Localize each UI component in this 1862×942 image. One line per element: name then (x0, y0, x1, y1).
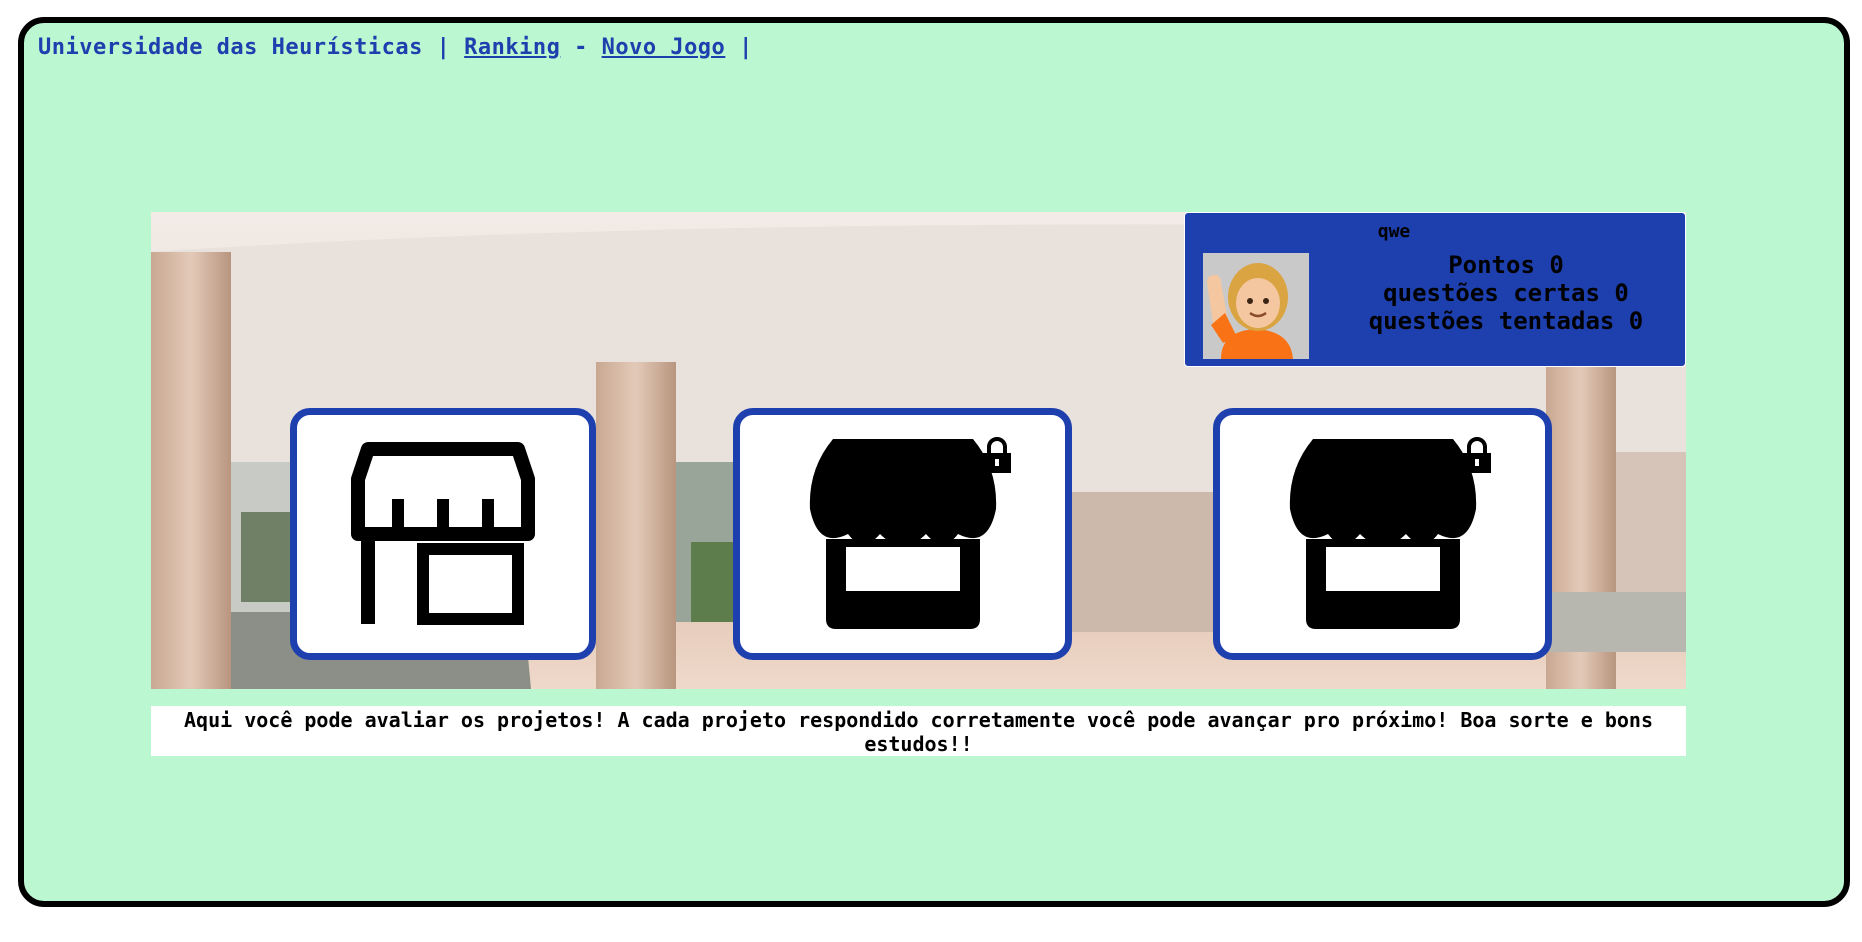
top-navigation: Universidade das Heurísticas | Ranking -… (38, 35, 753, 60)
lock-icon (983, 437, 1011, 473)
nav-separator: | (739, 35, 753, 60)
lock-icon (1463, 437, 1491, 473)
project-stall-1[interactable] (290, 408, 596, 660)
attempted-questions-stat: questões tentadas 0 (1368, 307, 1644, 335)
nav-separator: | (436, 35, 451, 60)
nav-separator: - (574, 35, 588, 60)
store-outline-icon (351, 442, 535, 625)
points-stat: Pontos 0 (1448, 251, 1564, 279)
new-game-link[interactable]: Novo Jogo (602, 35, 726, 60)
ranking-link[interactable]: Ranking (464, 35, 560, 60)
campus-hallway-scene: qwe Pontos 0 questões certas 0 questões … (151, 212, 1686, 689)
player-status-card: qwe Pontos 0 questões certas 0 questões … (1184, 212, 1686, 367)
store-filled-icon (1289, 439, 1476, 629)
player-name: qwe (1377, 221, 1411, 242)
project-stall-2[interactable] (733, 408, 1072, 660)
player-stats: Pontos 0 questões certas 0 questões tent… (1331, 251, 1681, 335)
site-title: Universidade das Heurísticas (38, 35, 423, 60)
person-raising-hand-icon (1207, 263, 1293, 359)
player-avatar (1203, 253, 1309, 359)
store-filled-icon (809, 439, 996, 629)
project-stall-3[interactable] (1213, 408, 1552, 660)
correct-questions-stat: questões certas 0 (1383, 279, 1629, 307)
instructions-text: Aqui você pode avaliar os projetos! A ca… (151, 706, 1686, 756)
